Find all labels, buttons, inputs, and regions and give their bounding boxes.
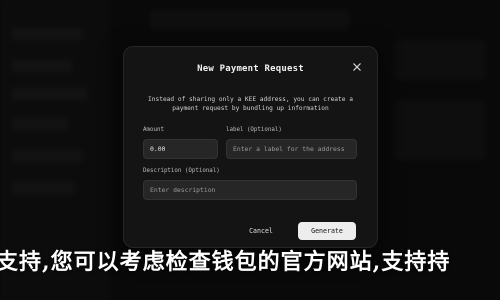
close-icon — [353, 63, 361, 71]
description-input[interactable] — [143, 180, 357, 200]
cancel-button[interactable]: Cancel — [235, 222, 287, 240]
generate-button[interactable]: Generate — [298, 222, 356, 240]
label-field-label: label (Optional) — [226, 127, 282, 133]
overlay-banner-text: 支持,您可以考虑检查钱包的官方网站,支持持 — [0, 249, 451, 275]
amount-label: Amount — [143, 127, 164, 133]
close-button[interactable] — [351, 61, 363, 73]
label-input[interactable] — [226, 139, 357, 159]
modal-description: Instead of sharing only a KEE address, y… — [148, 96, 353, 112]
amount-input[interactable] — [143, 139, 218, 159]
description-field-label: Description (Optional) — [143, 168, 220, 174]
modal-title: New Payment Request — [197, 64, 304, 74]
